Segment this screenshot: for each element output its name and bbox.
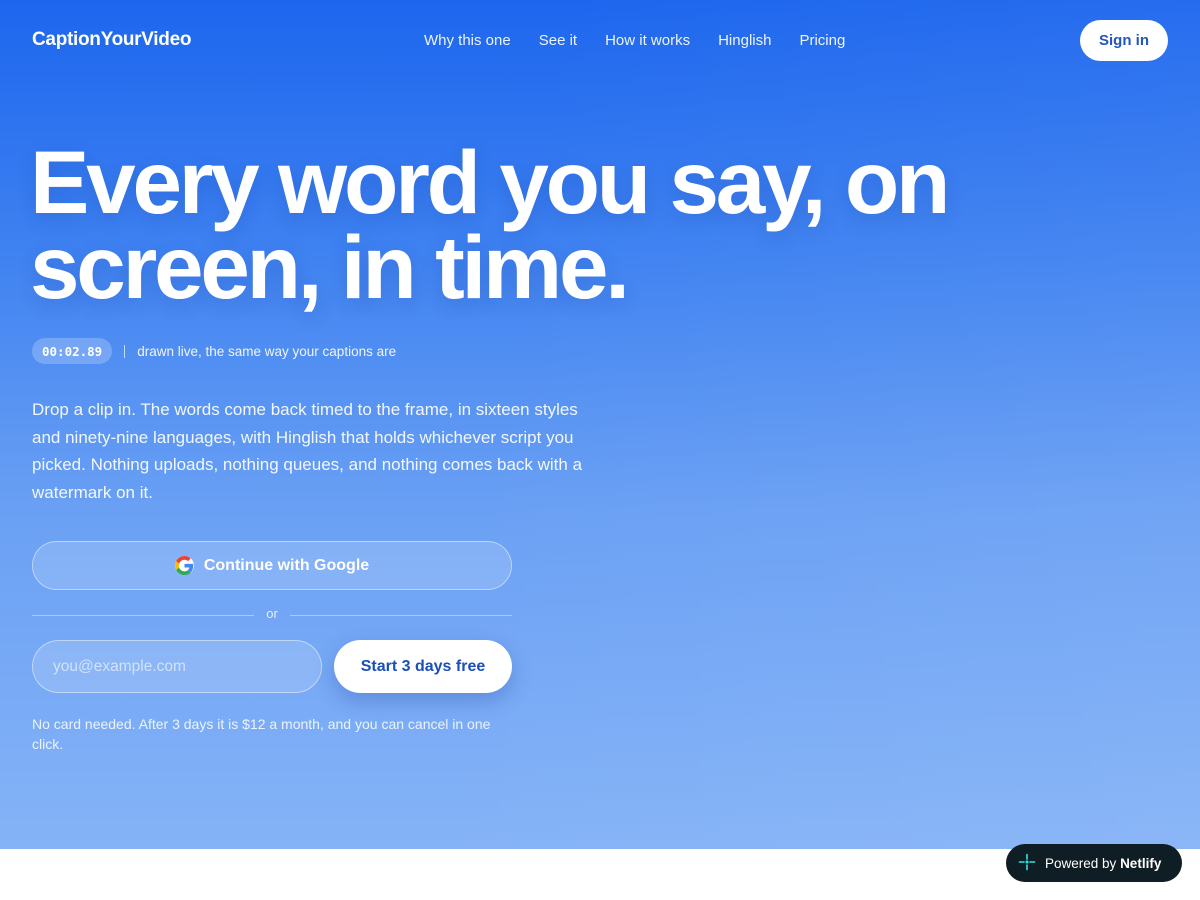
brand-logo[interactable]: CaptionYourVideo [32,29,191,51]
nav-link-how-it-works[interactable]: How it works [605,32,690,49]
google-button-label: Continue with Google [203,556,370,574]
nav-link-hinglish[interactable]: Hinglish [718,32,771,49]
email-input[interactable] [32,640,322,693]
timer-badge: 00:02.89 [32,338,113,364]
live-timer-row: 00:02.89 drawn live, the same way your c… [32,338,396,364]
or-label: or [266,606,278,621]
netlify-badge-text: Powered by Netlify [1045,856,1161,871]
google-signin-button[interactable]: Continue with Google [32,541,512,590]
google-icon [174,556,194,575]
netlify-badge[interactable]: Powered by Netlify [1006,844,1182,882]
main-nav: Why this one See it How it works Hinglis… [424,32,845,49]
pricing-fineprint: No card needed. After 3 days it is $12 a… [32,716,491,752]
hero-headline: Every word you say, on screen, in time. [30,138,1030,312]
nav-link-pricing[interactable]: Pricing [799,32,845,49]
hero-section: CaptionYourVideo Why this one See it How… [0,0,1200,849]
or-divider: or [32,606,512,624]
netlify-name: Netlify [1120,855,1162,871]
hero-description: Drop a clip in. The words come back time… [32,400,583,502]
headline-line-2: screen, in time. [30,217,630,317]
sign-in-button[interactable]: Sign in [1080,20,1168,61]
nav-link-why[interactable]: Why this one [424,32,511,49]
timer-separator [124,344,126,358]
netlify-prefix: Powered by [1045,855,1117,871]
netlify-icon [1018,853,1036,874]
start-trial-button[interactable]: Start 3 days free [334,640,512,693]
timer-note: drawn live, the same way your captions a… [137,343,397,359]
nav-link-see-it[interactable]: See it [539,32,577,49]
divider-line-right [290,615,512,616]
